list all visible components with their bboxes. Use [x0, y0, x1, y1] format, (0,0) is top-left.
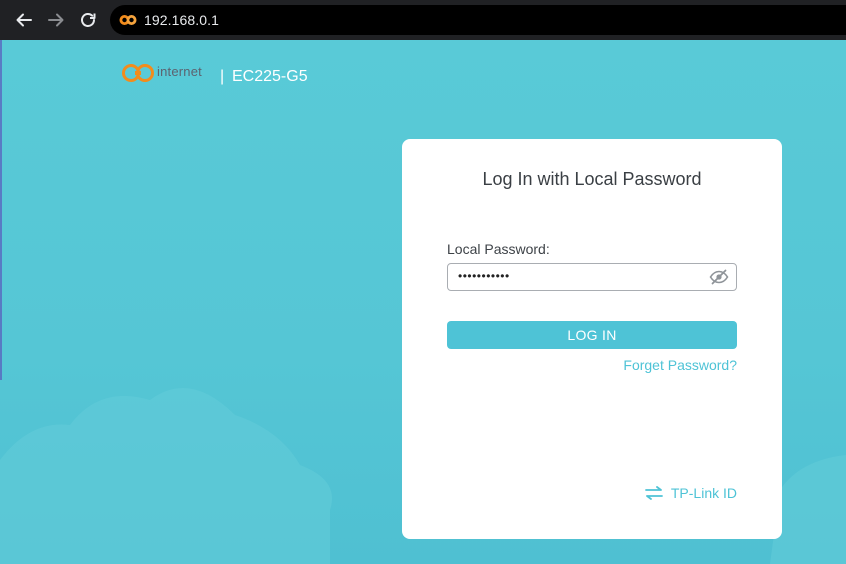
tplink-id-link[interactable]: TP-Link ID	[644, 485, 737, 501]
url-text[interactable]: 192.168.0.1	[144, 12, 219, 28]
password-label: Local Password:	[447, 241, 550, 257]
arrow-right-icon	[48, 13, 64, 27]
login-card: Log In with Local Password Local Passwor…	[402, 139, 782, 539]
reload-button[interactable]	[77, 9, 99, 31]
forget-password-link[interactable]: Forget Password?	[623, 357, 737, 373]
brand-logo-text: internet	[157, 63, 202, 79]
model-name: EC225-G5	[232, 68, 308, 85]
forward-button[interactable]	[45, 9, 67, 31]
password-value: •••••••••••	[458, 269, 510, 283]
address-bar[interactable]: 192.168.0.1	[110, 5, 846, 35]
reload-icon	[81, 13, 96, 27]
router-login-page: internet | EC225-G5 Log In with Local Pa…	[0, 40, 846, 564]
arrow-left-icon	[16, 13, 32, 27]
brand-separator: |	[220, 68, 225, 85]
brand-logo-icon	[122, 64, 154, 82]
back-button[interactable]	[13, 9, 35, 31]
browser-toolbar: 192.168.0.1	[0, 0, 846, 40]
password-input[interactable]: •••••••••••	[447, 263, 737, 291]
login-button[interactable]: LOG IN	[447, 321, 737, 349]
eye-slash-icon[interactable]	[709, 269, 729, 285]
site-favicon-icon	[119, 15, 137, 25]
tplink-id-label: TP-Link ID	[670, 485, 737, 501]
login-title: Log In with Local Password	[482, 169, 702, 189]
brand-header: internet | EC225-G5	[122, 63, 308, 85]
swap-arrows-icon	[644, 486, 663, 500]
